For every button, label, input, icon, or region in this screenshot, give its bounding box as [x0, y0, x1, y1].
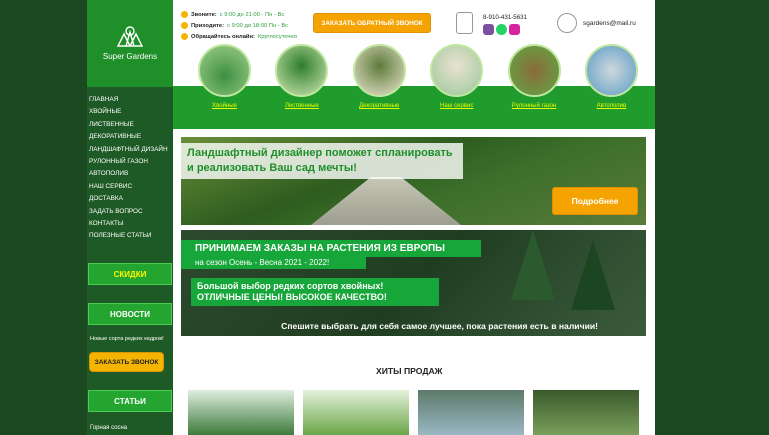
phone-dot-icon [181, 11, 188, 18]
banner-line-2: и реализовать Ваш сад мечты! [187, 162, 357, 174]
category-deciduous[interactable]: Лиственные [264, 44, 339, 109]
call-label: Звоните: [191, 11, 217, 18]
order-call-button[interactable]: ЗАКАЗАТЬ ЗВОНОК [89, 352, 164, 372]
banner2-heading: ПРИНИМАЕМ ЗАКАЗЫ НА РАСТЕНИЯ ИЗ ЕВРОПЫ [181, 240, 481, 257]
online-hours-value: Круглосуточно [257, 33, 297, 40]
pine-decoration [511, 230, 555, 300]
banner2-season: на сезон Осень - Весна 2021 - 2022! [181, 256, 366, 269]
pine-decoration [571, 240, 615, 310]
menu-item-contacts[interactable]: КОНТАКТЫ [89, 218, 173, 230]
article-item[interactable]: Горная сосна [90, 425, 127, 431]
product-card[interactable] [188, 390, 294, 435]
landscape-banner[interactable]: Ландшафтный дизайнер поможет спланироват… [181, 137, 646, 225]
category-label: Автополив [596, 103, 627, 109]
product-card[interactable] [303, 390, 409, 435]
category-label: Хвойные [212, 103, 237, 109]
discounts-button[interactable]: СКИДКИ [88, 263, 172, 285]
product-card[interactable] [418, 390, 524, 435]
menu-item-landscape[interactable]: ЛАНДШАФТНЫЙ ДИЗАЙН [89, 144, 173, 156]
irrigation-image [584, 44, 638, 97]
product-card[interactable] [533, 390, 639, 435]
messenger-icons [483, 24, 520, 35]
menu-item-delivery[interactable]: ДОСТАВКА [89, 193, 173, 205]
banner-line-1: Ландшафтный дизайнер поможет спланироват… [187, 147, 453, 159]
menu-item-question[interactable]: ЗАДАТЬ ВОПРОС [89, 206, 173, 218]
category-decorative[interactable]: Декоративные [342, 44, 417, 109]
europe-orders-banner[interactable]: ПРИНИМАЕМ ЗАКАЗЫ НА РАСТЕНИЯ ИЗ ЕВРОПЫ н… [181, 230, 646, 336]
menu-item-decorative[interactable]: ДЕКОРАТИВНЫЕ [89, 131, 173, 143]
category-label: Декоративные [359, 103, 400, 109]
conifer-image [198, 44, 251, 97]
more-button[interactable]: Подробнее [552, 187, 638, 215]
banner2-promo: Большой выбор редких сортов хвойных! ОТЛ… [191, 278, 439, 306]
category-list: Хвойные Лиственные Декоративные Наш серв… [187, 44, 649, 109]
lawn-image [507, 44, 561, 97]
hits-title: ХИТЫ ПРОДАЖ [376, 366, 443, 376]
header: Звоните: с 9:00 до 21:00 - Пн - Вс Прихо… [173, 0, 655, 134]
sidebar: Super Gardens ГЛАВНАЯ ХВОЙНЫЕ ЛИСТВЕННЫЕ… [87, 0, 173, 435]
mail-icon [557, 13, 577, 33]
category-label: Лиственные [285, 103, 319, 109]
visit-hours-value: с 9:00 до 18:00 Пн - Вс [227, 22, 289, 29]
email-link[interactable]: sgardens@mail.ru [583, 20, 636, 27]
menu-item-home[interactable]: ГЛАВНАЯ [89, 94, 173, 106]
trees-logo-icon [116, 26, 144, 47]
menu-item-conifers[interactable]: ХВОЙНЫЕ [89, 106, 173, 118]
landscape-banner-text: Ландшафтный дизайнер поможет спланироват… [181, 143, 463, 179]
menu-item-articles[interactable]: ПОЛЕЗНЫЕ СТАТЬИ [89, 230, 173, 242]
online-label: Обращайтесь онлайн: [191, 33, 255, 40]
call-hours-value: с 9:00 до 21:00 - Пн - Вс [219, 11, 285, 18]
category-lawn[interactable]: Рулонный газон [497, 44, 572, 109]
logo-text: Super Gardens [102, 52, 158, 61]
category-service[interactable]: Наш сервис [419, 44, 494, 109]
callback-button[interactable]: ЗАКАЗАТЬ ОБРАТНЫЙ ЗВОНОК [313, 13, 431, 33]
clock-dot-icon [181, 33, 188, 40]
phone-icon [456, 12, 473, 34]
menu-item-service[interactable]: НАШ СЕРВИС [89, 181, 173, 193]
menu-item-lawn[interactable]: РУЛОННЫЙ ГАЗОН [89, 156, 173, 168]
articles-button[interactable]: СТАТЬИ [88, 390, 172, 412]
logo[interactable]: Super Gardens [87, 0, 173, 87]
gardener-image [430, 44, 484, 97]
category-label: Наш сервис [439, 103, 474, 109]
online-hours: Обращайтесь онлайн: Круглосуточно [181, 33, 297, 40]
category-conifers[interactable]: Хвойные [187, 44, 262, 109]
category-label: Рулонный газон [511, 103, 557, 109]
phone-number[interactable]: 8-910-431-5631 [483, 14, 527, 21]
whatsapp-icon[interactable] [496, 24, 507, 35]
main-menu: ГЛАВНАЯ ХВОЙНЫЕ ЛИСТВЕННЫЕ ДЕКОРАТИВНЫЕ … [89, 94, 173, 243]
call-hours: Звоните: с 9:00 до 21:00 - Пн - Вс [181, 11, 284, 18]
news-button[interactable]: НОВОСТИ [88, 303, 172, 325]
menu-item-deciduous[interactable]: ЛИСТВЕННЫЕ [89, 119, 173, 131]
visit-label: Приходите: [191, 22, 225, 29]
promo-line-1: Большой выбор редких сортов хвойных! [197, 281, 384, 291]
category-irrigation[interactable]: Автополив [574, 44, 649, 109]
news-item[interactable]: Новые сорта редких кедров! [90, 336, 164, 342]
viber-icon[interactable] [483, 24, 494, 35]
visit-hours: Приходите: с 9:00 до 18:00 Пн - Вс [181, 22, 288, 29]
banner2-footer: Спешите выбрать для себя самое лучшее, п… [281, 321, 598, 331]
menu-item-irrigation[interactable]: АВТОПОЛИВ [89, 168, 173, 180]
location-dot-icon [181, 22, 188, 29]
instagram-icon[interactable] [509, 24, 520, 35]
bonsai-image [352, 44, 406, 97]
deciduous-image [275, 44, 329, 97]
promo-line-2: ОТЛИЧНЫЕ ЦЕНЫ! ВЫСОКОЕ КАЧЕСТВО! [197, 292, 387, 302]
garden-path [311, 177, 461, 225]
